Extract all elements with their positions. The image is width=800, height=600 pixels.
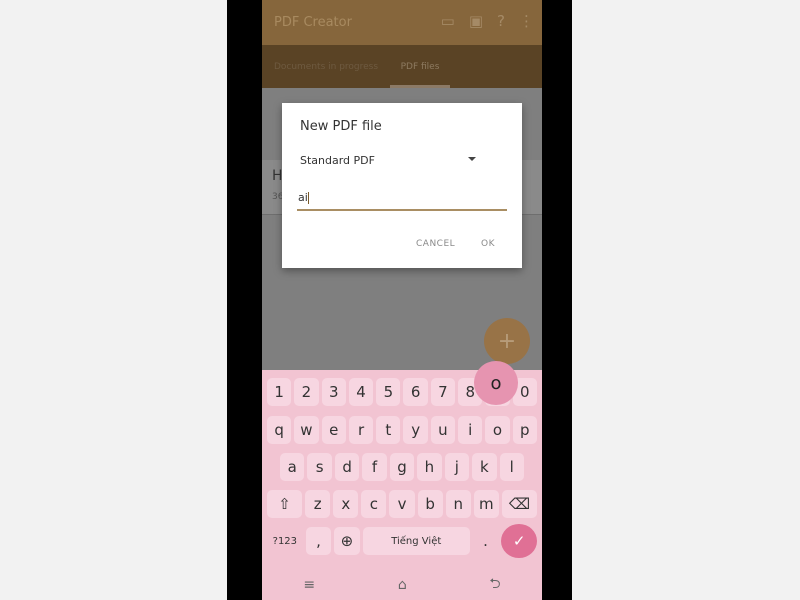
key-b[interactable]: b	[417, 490, 443, 518]
key-k[interactable]: k	[472, 453, 497, 481]
space-row: ?123 , ⊕ Tiếng Việt . ✓	[267, 524, 537, 558]
key-s[interactable]: s	[307, 453, 332, 481]
key-q[interactable]: q	[267, 416, 292, 444]
nav-bar: ≡ ⌂ ⮌	[262, 572, 542, 597]
key-l[interactable]: l	[499, 453, 524, 481]
list-item-title: H	[272, 168, 283, 184]
key-7[interactable]: 7	[430, 378, 456, 406]
dialog-title: New PDF file	[300, 119, 382, 134]
home-icon[interactable]: ⌂	[398, 577, 407, 593]
folder-icon[interactable]: ▭	[441, 12, 455, 30]
back-icon[interactable]: ⮌	[489, 573, 500, 597]
ok-button[interactable]: OK	[481, 239, 495, 249]
pdf-type-select[interactable]: Standard PDF	[300, 154, 478, 167]
period-key[interactable]: .	[472, 527, 499, 555]
key-x[interactable]: x	[333, 490, 359, 518]
key-j[interactable]: j	[444, 453, 470, 481]
tab-pdf-files[interactable]: PDF files	[390, 45, 450, 88]
bottom-letter-row: ⇧ z x c v b n m ⌫	[267, 490, 538, 518]
home-row: asdfghjkl	[280, 453, 524, 481]
qwerty-row: qwertyuiop	[267, 416, 537, 444]
enter-key[interactable]: ✓	[501, 524, 537, 558]
key-1[interactable]: 1	[267, 378, 292, 406]
key-6[interactable]: 6	[403, 378, 428, 406]
dropdown-arrow-icon[interactable]	[468, 157, 476, 161]
key-5[interactable]: 5	[376, 378, 401, 406]
key-g[interactable]: g	[389, 453, 415, 481]
symbols-key[interactable]: ?123	[267, 527, 303, 555]
key-preview-popup: o	[474, 361, 518, 405]
tab-bar: Documents in progress PDF files	[262, 45, 542, 88]
new-pdf-dialog: New PDF file Standard PDF ai CANCEL OK	[282, 103, 522, 268]
key-p[interactable]: p	[512, 416, 537, 444]
key-y[interactable]: y	[403, 416, 428, 444]
help-icon[interactable]: ?	[497, 12, 505, 30]
key-w[interactable]: w	[294, 416, 319, 444]
key-4[interactable]: 4	[348, 378, 374, 406]
key-t[interactable]: t	[376, 416, 401, 444]
comma-key[interactable]: ,	[305, 527, 332, 555]
key-r[interactable]: r	[348, 416, 374, 444]
app-bar: PDF Creator ▭ ▣ ? ⋮	[262, 0, 542, 45]
filename-input[interactable]: ai	[297, 191, 507, 211]
key-i[interactable]: i	[458, 416, 483, 444]
app-title: PDF Creator	[274, 15, 352, 30]
filename-value: ai	[298, 191, 308, 204]
key-o[interactable]: o	[485, 416, 510, 444]
phone-screen: PDF Creator ▭ ▣ ? ⋮ Documents in progres…	[262, 0, 542, 600]
key-c[interactable]: c	[361, 490, 387, 518]
add-fab-button[interactable]: +	[484, 318, 530, 364]
menu-icon[interactable]: ≡	[303, 577, 315, 593]
space-key[interactable]: Tiếng Việt	[362, 527, 470, 555]
cancel-button[interactable]: CANCEL	[416, 239, 455, 249]
key-h[interactable]: h	[417, 453, 442, 481]
globe-icon[interactable]: ⊕	[334, 527, 360, 555]
tab-documents-in-progress[interactable]: Documents in progress	[262, 45, 390, 88]
text-cursor	[307, 192, 309, 204]
key-f[interactable]: f	[362, 453, 387, 481]
key-z[interactable]: z	[305, 490, 331, 518]
more-vert-icon[interactable]: ⋮	[519, 12, 534, 30]
key-2[interactable]: 2	[294, 378, 319, 406]
key-3[interactable]: 3	[321, 378, 346, 406]
cast-icon[interactable]: ▣	[469, 12, 483, 30]
key-v[interactable]: v	[389, 490, 415, 518]
key-n[interactable]: n	[445, 490, 471, 518]
key-a[interactable]: a	[280, 453, 305, 481]
key-d[interactable]: d	[334, 453, 360, 481]
backspace-key[interactable]: ⌫	[501, 490, 538, 518]
shift-key[interactable]: ⇧	[267, 490, 303, 518]
key-e[interactable]: e	[321, 416, 346, 444]
key-m[interactable]: m	[473, 490, 499, 518]
key-u[interactable]: u	[430, 416, 456, 444]
